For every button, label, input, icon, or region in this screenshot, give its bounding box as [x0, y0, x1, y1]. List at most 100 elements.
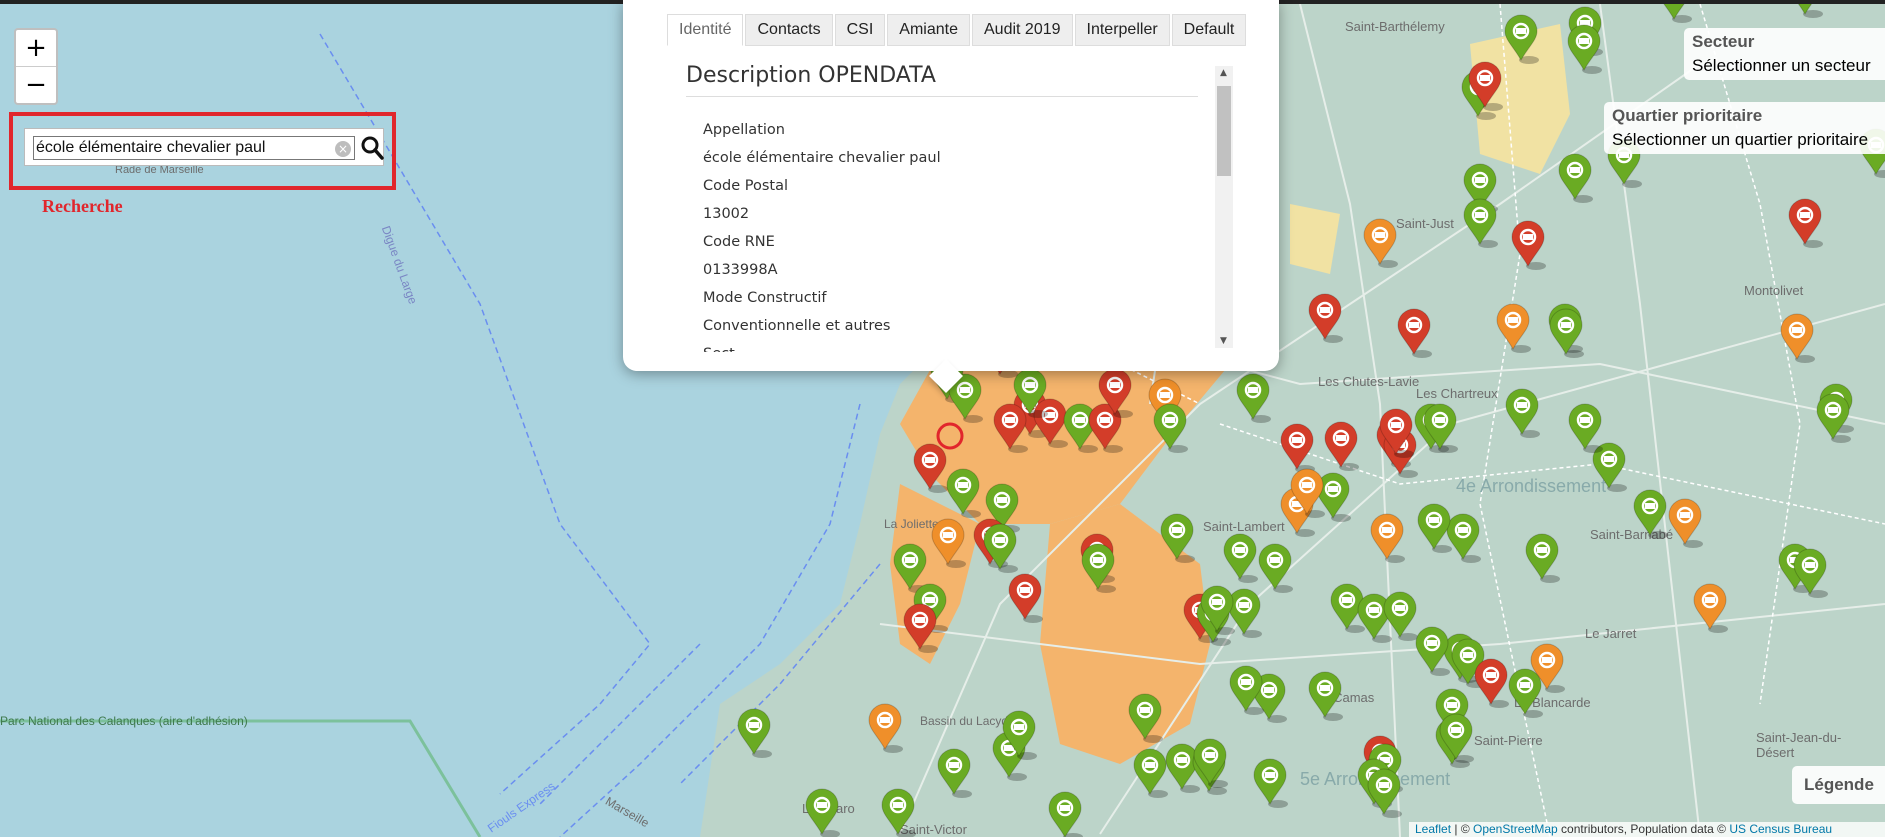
scroll-down-arrow-icon[interactable]: ▼ — [1220, 336, 1227, 346]
school-marker[interactable] — [903, 603, 938, 653]
school-marker[interactable] — [1133, 748, 1168, 798]
school-marker[interactable] — [1446, 513, 1481, 563]
school-marker[interactable] — [1397, 308, 1432, 358]
zoom-out-button[interactable]: − — [16, 66, 56, 103]
school-marker[interactable] — [1370, 513, 1405, 563]
field-value: école élémentaire chevalier paul — [703, 150, 941, 166]
school-marker[interactable] — [1505, 388, 1540, 438]
school-marker[interactable] — [1568, 403, 1603, 453]
tab-identite[interactable]: Identité — [667, 14, 744, 46]
leaflet-link[interactable]: Leaflet — [1415, 822, 1451, 836]
school-marker[interactable] — [868, 703, 903, 753]
field-value: 13002 — [703, 206, 750, 222]
secteur-select[interactable]: Sélectionner un secteur — [1692, 56, 1877, 76]
tab-interpeller[interactable]: Interpeller — [1074, 14, 1170, 46]
school-marker[interactable] — [1511, 220, 1546, 270]
school-marker[interactable] — [1415, 626, 1450, 676]
map-attribution: Leaflet | © OpenStreetMap contributors, … — [1409, 822, 1885, 837]
school-marker[interactable] — [1008, 573, 1043, 623]
quartier-title: Quartier prioritaire — [1612, 106, 1763, 125]
school-marker[interactable] — [1780, 313, 1815, 363]
school-marker[interactable] — [1693, 583, 1728, 633]
school-marker[interactable] — [1324, 421, 1359, 471]
school-marker[interactable] — [937, 748, 972, 798]
school-marker[interactable] — [1816, 393, 1851, 443]
school-marker[interactable] — [1668, 498, 1703, 548]
school-marker[interactable] — [1558, 153, 1593, 203]
school-marker[interactable] — [881, 788, 916, 837]
section-title: Description OPENDATA — [686, 63, 936, 88]
quartier-control[interactable]: Quartier prioritaire Sélectionner un qua… — [1604, 102, 1885, 154]
field-label: Appellation — [703, 122, 785, 138]
search-input[interactable]: école élémentaire chevalier paul — [33, 136, 355, 160]
school-marker[interactable] — [1236, 373, 1271, 423]
description-list: Appellation école élémentaire chevalier … — [703, 116, 1223, 352]
school-marker[interactable] — [1193, 738, 1228, 788]
school-marker[interactable] — [1508, 668, 1543, 718]
field-value: 0133998A — [703, 262, 778, 278]
scroll-up-arrow-icon[interactable]: ▲ — [1220, 68, 1227, 78]
school-marker[interactable] — [1633, 489, 1668, 539]
census-link[interactable]: US Census Bureau — [1729, 822, 1832, 836]
search-button[interactable] — [360, 135, 384, 161]
school-marker[interactable] — [737, 708, 772, 758]
search-control: école élémentaire chevalier paul × — [24, 128, 384, 166]
field-label: Code RNE — [703, 234, 775, 250]
school-marker[interactable] — [1789, 4, 1823, 18]
school-marker[interactable] — [1658, 4, 1692, 23]
selected-location-circle — [936, 422, 964, 450]
school-marker[interactable] — [1788, 198, 1823, 248]
school-marker[interactable] — [1463, 198, 1498, 248]
school-marker[interactable] — [1081, 543, 1116, 593]
school-marker[interactable] — [805, 788, 840, 837]
school-marker[interactable] — [931, 518, 966, 568]
zoom-in-button[interactable]: + — [16, 30, 56, 66]
school-marker[interactable] — [946, 468, 981, 518]
school-marker[interactable] — [1160, 513, 1195, 563]
tab-audit-2019[interactable]: Audit 2019 — [972, 14, 1073, 46]
search-caption: Recherche — [42, 196, 123, 216]
school-marker[interactable] — [1496, 303, 1531, 353]
tab-csi[interactable]: CSI — [834, 14, 886, 46]
school-marker[interactable] — [1223, 533, 1258, 583]
school-marker[interactable] — [1383, 591, 1418, 641]
osm-link[interactable]: OpenStreetMap — [1473, 822, 1558, 836]
school-marker[interactable] — [1308, 293, 1343, 343]
school-marker[interactable] — [993, 403, 1028, 453]
tab-default[interactable]: Default — [1171, 14, 1247, 46]
school-marker[interactable] — [1367, 768, 1402, 818]
school-marker[interactable] — [1363, 218, 1398, 268]
school-marker[interactable] — [1549, 308, 1584, 358]
school-marker[interactable] — [1280, 423, 1315, 473]
scroll-thumb[interactable] — [1217, 86, 1231, 176]
school-marker[interactable] — [1229, 665, 1264, 715]
field-label: Sect — [703, 340, 1223, 352]
section-divider — [686, 96, 1198, 97]
school-marker[interactable] — [1439, 713, 1474, 763]
popup-tabs: Identité Contacts CSI Amiante Audit 2019… — [667, 14, 1248, 46]
secteur-control[interactable]: Secteur Sélectionner un secteur — [1684, 28, 1885, 80]
school-marker[interactable] — [1308, 671, 1343, 721]
school-marker[interactable] — [1253, 758, 1288, 808]
search-highlight-frame: école élémentaire chevalier paul × — [9, 112, 396, 190]
school-marker[interactable] — [1525, 533, 1560, 583]
school-popup: Identité Contacts CSI Amiante Audit 2019… — [623, 0, 1279, 371]
tab-amiante[interactable]: Amiante — [887, 14, 970, 46]
school-marker[interactable] — [1128, 693, 1163, 743]
clear-icon[interactable]: × — [335, 141, 351, 157]
tab-contacts[interactable]: Contacts — [745, 14, 833, 46]
field-label: Mode Constructif — [703, 290, 827, 306]
school-marker[interactable] — [1474, 658, 1509, 708]
school-marker[interactable] — [1504, 14, 1539, 64]
legend-button[interactable]: Légende — [1792, 766, 1885, 804]
school-marker[interactable] — [1048, 791, 1083, 837]
popup-scrollbar[interactable]: ▲ ▼ — [1215, 66, 1233, 348]
quartier-select[interactable]: Sélectionner un quartier prioritaire — [1612, 130, 1877, 150]
field-value: Conventionnelle et autres — [703, 318, 891, 334]
school-marker[interactable] — [1567, 24, 1602, 74]
school-marker[interactable] — [1258, 543, 1293, 593]
school-marker[interactable] — [1153, 403, 1188, 453]
school-marker[interactable] — [1033, 398, 1068, 448]
school-marker[interactable] — [1417, 503, 1452, 553]
secteur-title: Secteur — [1692, 32, 1755, 51]
